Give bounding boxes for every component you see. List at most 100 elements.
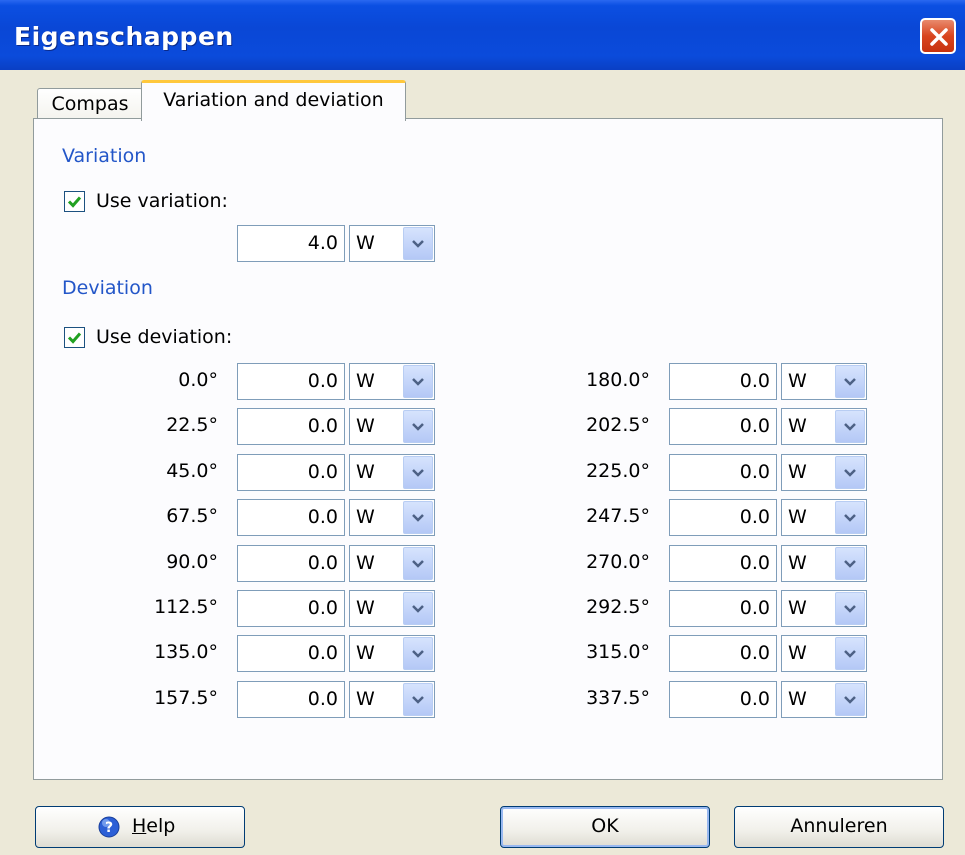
help-icon: ? xyxy=(98,816,120,838)
deviation-heading-label: 67.5° xyxy=(166,505,218,528)
dropdown-button[interactable] xyxy=(403,682,433,716)
chevron-down-icon xyxy=(844,605,856,613)
dropdown-button[interactable] xyxy=(403,365,433,398)
variation-section-label: Variation xyxy=(62,145,147,167)
deviation-heading-label: 90.0° xyxy=(166,550,218,573)
deviation-direction-value: W xyxy=(788,642,807,665)
deviation-value-input[interactable]: 0.0 xyxy=(237,408,345,446)
deviation-direction-select[interactable]: W xyxy=(781,680,867,718)
deviation-value-input[interactable]: 0.0 xyxy=(669,499,777,537)
deviation-value-input[interactable]: 0.0 xyxy=(669,363,777,400)
deviation-direction-select[interactable]: W xyxy=(349,590,435,627)
deviation-direction-select[interactable]: W xyxy=(781,590,867,627)
use-variation-label[interactable]: Use variation: xyxy=(96,190,228,212)
dropdown-button[interactable] xyxy=(403,410,433,444)
deviation-value-input[interactable]: 0.0 xyxy=(669,544,777,582)
variation-direction-select[interactable]: W xyxy=(349,225,435,262)
title-bar[interactable]: Eigenschappen xyxy=(0,0,965,70)
deviation-value-input[interactable]: 0.0 xyxy=(669,635,777,673)
deviation-value-input[interactable]: 0.0 xyxy=(669,408,777,446)
dropdown-button[interactable] xyxy=(835,410,865,444)
deviation-heading-label: 247.5° xyxy=(586,505,650,528)
deviation-heading-label: 225.0° xyxy=(586,459,650,482)
ok-button[interactable]: OK xyxy=(500,806,710,848)
dropdown-button[interactable] xyxy=(835,501,865,535)
deviation-direction-value: W xyxy=(788,370,807,392)
deviation-direction-select[interactable]: W xyxy=(349,499,435,537)
dropdown-button[interactable] xyxy=(835,455,865,489)
deviation-heading-label: 337.5° xyxy=(586,686,650,709)
dropdown-button[interactable] xyxy=(835,637,865,671)
deviation-direction-select[interactable]: W xyxy=(349,408,435,446)
deviation-value-input[interactable]: 0.0 xyxy=(237,499,345,537)
deviation-value-input[interactable]: 0.0 xyxy=(669,453,777,491)
deviation-value-input[interactable]: 0.0 xyxy=(237,680,345,718)
chevron-down-icon xyxy=(412,240,424,248)
deviation-direction-select[interactable]: W xyxy=(349,453,435,491)
deviation-direction-select[interactable]: W xyxy=(781,499,867,537)
dropdown-button[interactable] xyxy=(835,365,865,398)
deviation-direction-select[interactable]: W xyxy=(781,635,867,673)
dropdown-button[interactable] xyxy=(403,455,433,489)
deviation-value-input[interactable]: 0.0 xyxy=(237,453,345,491)
chevron-down-icon xyxy=(412,514,424,522)
deviation-section-label: Deviation xyxy=(62,277,153,299)
window-title: Eigenschappen xyxy=(14,22,234,51)
tab-variation-and-deviation[interactable]: Variation and deviation xyxy=(141,80,406,121)
variation-value-input[interactable]: 4.0 xyxy=(237,225,345,262)
deviation-direction-select[interactable]: W xyxy=(349,363,435,400)
deviation-heading-label: 202.5° xyxy=(586,414,650,437)
dropdown-button[interactable] xyxy=(403,592,433,625)
chevron-down-icon xyxy=(844,378,856,386)
deviation-value-input[interactable]: 0.0 xyxy=(237,544,345,582)
deviation-direction-select[interactable]: W xyxy=(781,363,867,400)
deviation-direction-value: W xyxy=(788,460,807,483)
dropdown-button[interactable] xyxy=(835,682,865,716)
deviation-direction-value: W xyxy=(788,415,807,438)
deviation-direction-select[interactable]: W xyxy=(349,635,435,673)
dropdown-button[interactable] xyxy=(403,227,433,260)
checkmark-icon xyxy=(67,332,82,344)
deviation-direction-select[interactable]: W xyxy=(349,544,435,582)
use-variation-checkbox[interactable] xyxy=(64,191,85,212)
svg-text:?: ? xyxy=(105,820,113,836)
use-deviation-checkbox[interactable] xyxy=(64,327,85,348)
chevron-down-icon xyxy=(844,695,856,704)
deviation-direction-select[interactable]: W xyxy=(781,408,867,446)
tab-panel: Variation Use variation: 4.0 W Deviation… xyxy=(33,118,943,780)
close-button[interactable] xyxy=(920,18,956,54)
dropdown-button[interactable] xyxy=(403,546,433,580)
tab-compas[interactable]: Compas xyxy=(37,88,143,119)
chevron-down-icon xyxy=(412,605,424,613)
dropdown-button[interactable] xyxy=(835,546,865,580)
help-button[interactable]: ? Help xyxy=(35,806,245,848)
deviation-direction-value: W xyxy=(356,370,375,392)
deviation-value-input[interactable]: 0.0 xyxy=(669,680,777,718)
deviation-heading-label: 270.0° xyxy=(586,550,650,573)
deviation-direction-value: W xyxy=(788,687,807,710)
help-label-rest: elp xyxy=(146,815,176,837)
chevron-down-icon xyxy=(412,423,424,432)
chevron-down-icon xyxy=(412,378,424,386)
chevron-down-icon xyxy=(412,468,424,477)
deviation-heading-label: 0.0° xyxy=(178,369,218,391)
deviation-direction-select[interactable]: W xyxy=(781,453,867,491)
deviation-value-input[interactable]: 0.0 xyxy=(669,590,777,627)
deviation-heading-label: 157.5° xyxy=(154,686,218,709)
deviation-value-input[interactable]: 0.0 xyxy=(237,635,345,673)
dropdown-button[interactable] xyxy=(403,501,433,535)
deviation-direction-value: W xyxy=(356,597,375,619)
deviation-heading-label: 180.0° xyxy=(586,369,650,391)
deviation-direction-value: W xyxy=(788,551,807,574)
deviation-value-input[interactable]: 0.0 xyxy=(237,363,345,400)
deviation-heading-label: 315.0° xyxy=(586,641,650,664)
use-deviation-label[interactable]: Use deviation: xyxy=(96,326,232,348)
deviation-direction-select[interactable]: W xyxy=(349,680,435,718)
deviation-value-input[interactable]: 0.0 xyxy=(237,590,345,627)
chevron-down-icon xyxy=(844,559,856,568)
dropdown-button[interactable] xyxy=(403,637,433,671)
chevron-down-icon xyxy=(412,650,424,659)
dropdown-button[interactable] xyxy=(835,592,865,625)
cancel-button[interactable]: Annuleren xyxy=(734,806,944,848)
deviation-direction-select[interactable]: W xyxy=(781,544,867,582)
